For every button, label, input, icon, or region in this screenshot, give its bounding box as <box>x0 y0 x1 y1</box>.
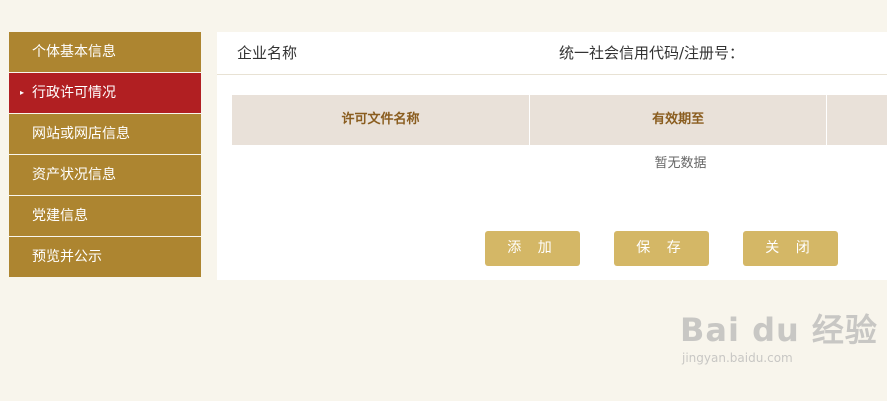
baidu-jingyan-watermark: Bai du 经验 jingyan.baidu.com <box>680 305 878 365</box>
redacted-company-name <box>327 34 527 74</box>
credit-code-label: 统一社会信用代码/注册号： <box>559 44 745 62</box>
active-arrow-icon: ▸ <box>20 88 25 97</box>
sidebar-item-label: 资产状况信息 <box>32 167 116 183</box>
sidebar-item-label: 行政许可情况 <box>32 85 116 101</box>
sidebar-item-label: 个体基本信息 <box>32 44 116 60</box>
watermark-logo: Bai du 经验 <box>680 311 878 349</box>
company-info-row: 企业名称 统一社会信用代码/注册号： <box>217 32 887 75</box>
empty-table-message: 暂无数据 <box>654 156 707 171</box>
add-button[interactable]: 添 加 <box>485 231 580 266</box>
sidebar-item-label: 网站或网店信息 <box>32 126 130 142</box>
sidebar-item-asset-info[interactable]: 资产状况信息 <box>9 155 201 195</box>
company-name-label: 企业名称 <box>237 44 298 62</box>
sidebar-item-preview-publish[interactable]: 预览并公示 <box>9 237 201 277</box>
license-table: 许可文件名称 有效期至 暂无数据 <box>232 95 887 183</box>
close-button[interactable]: 关 闭 <box>743 231 838 266</box>
save-button[interactable]: 保 存 <box>614 231 709 266</box>
table-header: 许可文件名称 有效期至 <box>232 95 887 145</box>
sidebar-item-label: 预览并公示 <box>32 249 102 265</box>
sidebar-item-admin-license[interactable]: ▸ 行政许可情况 <box>9 73 201 113</box>
sidebar-item-basic-info[interactable]: 个体基本信息 <box>9 32 201 72</box>
column-header-license-file: 许可文件名称 <box>232 95 531 145</box>
watermark-url: jingyan.baidu.com <box>682 351 793 365</box>
sidebar-nav: 个体基本信息 ▸ 行政许可情况 网站或网店信息 资产状况信息 党建信息 预览并公… <box>9 32 201 277</box>
column-header-valid-until: 有效期至 <box>530 95 828 145</box>
sidebar-item-label: 党建信息 <box>32 208 88 224</box>
column-header-extra <box>827 95 887 145</box>
redacted-credit-code <box>757 32 867 72</box>
sidebar-item-website-info[interactable]: 网站或网店信息 <box>9 114 201 154</box>
main-panel: 企业名称 统一社会信用代码/注册号： 许可文件名称 有效期至 暂无数据 添 加 … <box>217 32 887 280</box>
sidebar-item-party-info[interactable]: 党建信息 <box>9 196 201 236</box>
